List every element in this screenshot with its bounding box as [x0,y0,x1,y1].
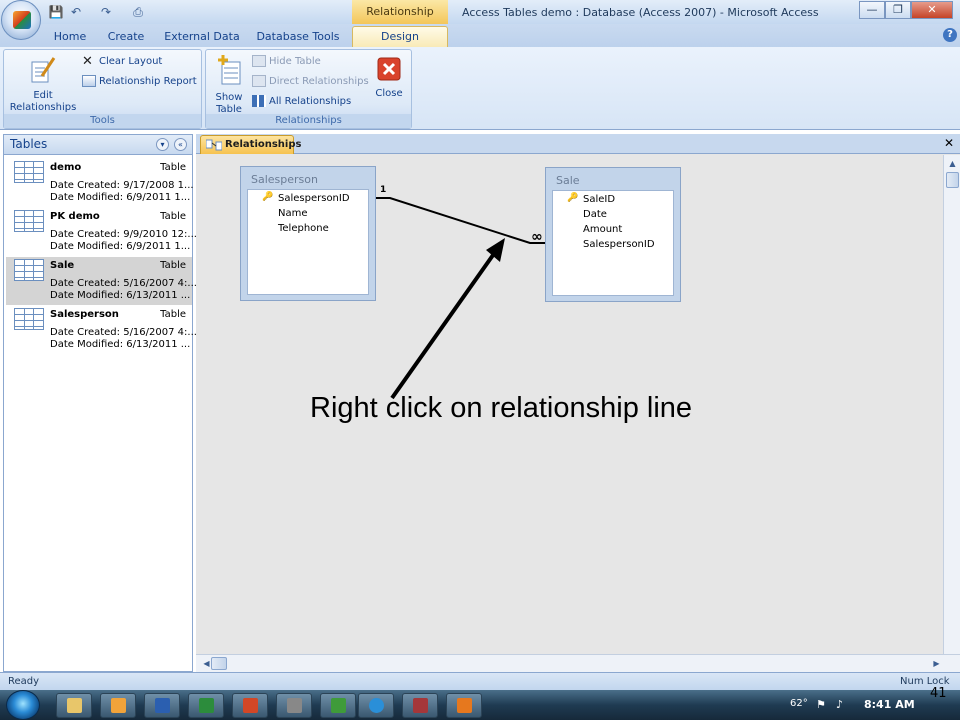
project-taskbar-icon[interactable] [320,693,356,718]
player-taskbar-icon[interactable] [446,693,482,718]
relationship-line[interactable] [376,197,545,244]
clock[interactable]: 8:41 AM [864,698,915,711]
relationship-overlay [376,197,545,400]
start-button[interactable] [6,690,40,720]
office-button[interactable] [1,0,41,40]
internet-explorer-taskbar-icon[interactable] [358,693,394,718]
scroll-up-icon[interactable]: ▲ [944,155,960,172]
scroll-right-icon[interactable]: ▶ [928,655,945,672]
annotation-arrow [390,246,500,400]
app-taskbar-icon[interactable] [276,693,312,718]
relation-one-label: 1 [380,185,387,195]
office-logo-icon [13,11,31,29]
annotation-caption: Right click on relationship line [310,392,693,424]
volume-icon[interactable]: ♪ [836,698,843,711]
relation-many-label: ∞ [531,229,543,245]
status-bar: Ready Num Lock [0,672,960,690]
slide-number: 41 [930,686,947,701]
horizontal-scroll-thumb[interactable] [211,657,227,670]
horizontal-scrollbar[interactable]: ◀ ▶ [196,654,960,672]
powerpoint-taskbar-icon[interactable] [232,693,268,718]
word-taskbar-icon[interactable] [144,693,180,718]
vertical-scroll-thumb[interactable] [946,172,959,188]
flag-icon[interactable]: ⚑ [816,698,826,711]
media-taskbar-icon[interactable] [100,693,136,718]
access-taskbar-icon[interactable] [402,693,438,718]
tray-temperature: 62° [790,698,808,709]
explorer-taskbar-icon[interactable] [56,693,92,718]
excel-taskbar-icon[interactable] [188,693,224,718]
vertical-scrollbar[interactable]: ▲ [943,155,960,654]
status-ready: Ready [8,676,40,687]
